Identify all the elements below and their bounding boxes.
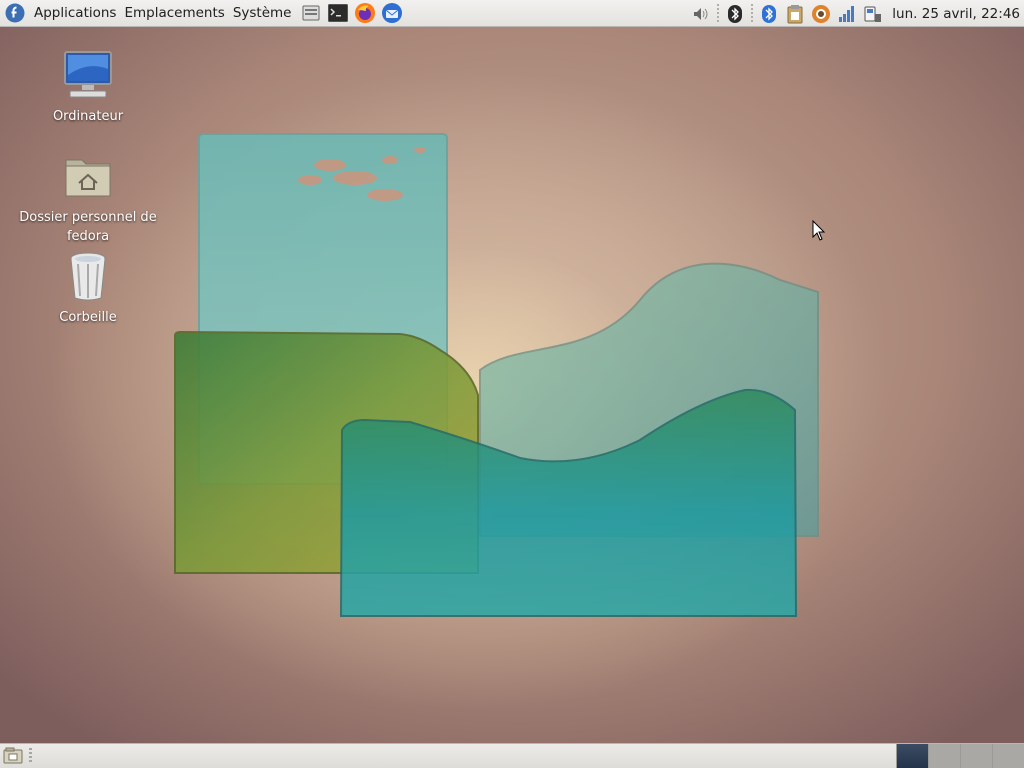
workspace-1[interactable] bbox=[896, 744, 928, 768]
desktop-icon-label: Dossier personnel de fedora bbox=[19, 210, 157, 244]
home-folder-icon bbox=[65, 159, 111, 197]
file-manager-launcher[interactable] bbox=[300, 2, 322, 24]
desktop-icon-label: Corbeille bbox=[59, 310, 117, 325]
firefox-launcher[interactable] bbox=[354, 2, 376, 24]
desktop-icon-label: Ordinateur bbox=[52, 109, 124, 124]
show-desktop-icon[interactable] bbox=[3, 747, 23, 765]
workspace-4[interactable] bbox=[992, 744, 1024, 768]
desktop-icon-home-folder[interactable]: Dossier personnel de fedora bbox=[18, 150, 158, 246]
terminal-icon bbox=[328, 4, 349, 22]
workspace-switcher bbox=[896, 744, 1024, 768]
terminal-launcher[interactable] bbox=[327, 2, 349, 24]
desktop-icon-trash[interactable]: Corbeille bbox=[18, 250, 158, 327]
workspace-3[interactable] bbox=[960, 744, 992, 768]
menu-emplacements[interactable]: Emplacements bbox=[120, 5, 228, 21]
clock[interactable]: lun. 25 avril, 22:46 bbox=[886, 6, 1024, 22]
mouse-cursor-icon bbox=[812, 220, 826, 241]
thunderbird-icon bbox=[382, 3, 403, 23]
file-manager-icon bbox=[302, 5, 320, 21]
top-panel: Applications Emplacements Système lun. 2… bbox=[0, 0, 1024, 27]
system-tray: lun. 25 avril, 22:46 bbox=[688, 0, 1024, 27]
trash-icon bbox=[70, 252, 106, 301]
workspace-2[interactable] bbox=[928, 744, 960, 768]
network-signal-icon[interactable] bbox=[836, 3, 858, 25]
tray-separator bbox=[751, 3, 754, 24]
menu-applications[interactable]: Applications bbox=[30, 5, 120, 21]
fedora-icon[interactable] bbox=[5, 3, 25, 23]
bluetooth-icon[interactable] bbox=[724, 3, 746, 25]
menu-systeme[interactable]: Système bbox=[229, 5, 296, 21]
clipboard-icon[interactable] bbox=[784, 3, 806, 25]
volume-icon[interactable] bbox=[690, 3, 712, 25]
desktop-icon-computer[interactable]: Ordinateur bbox=[18, 49, 158, 126]
software-update-icon[interactable] bbox=[810, 3, 832, 25]
bottom-panel bbox=[0, 743, 1024, 768]
tray-separator bbox=[717, 3, 720, 24]
computer-icon bbox=[64, 51, 112, 98]
firefox-icon bbox=[355, 3, 376, 23]
power-icon[interactable] bbox=[862, 3, 884, 25]
desktop-wallpaper bbox=[174, 133, 819, 617]
panel-grip[interactable] bbox=[29, 748, 32, 764]
thunderbird-launcher[interactable] bbox=[381, 2, 403, 24]
bluetooth-applet-icon[interactable] bbox=[758, 3, 780, 25]
